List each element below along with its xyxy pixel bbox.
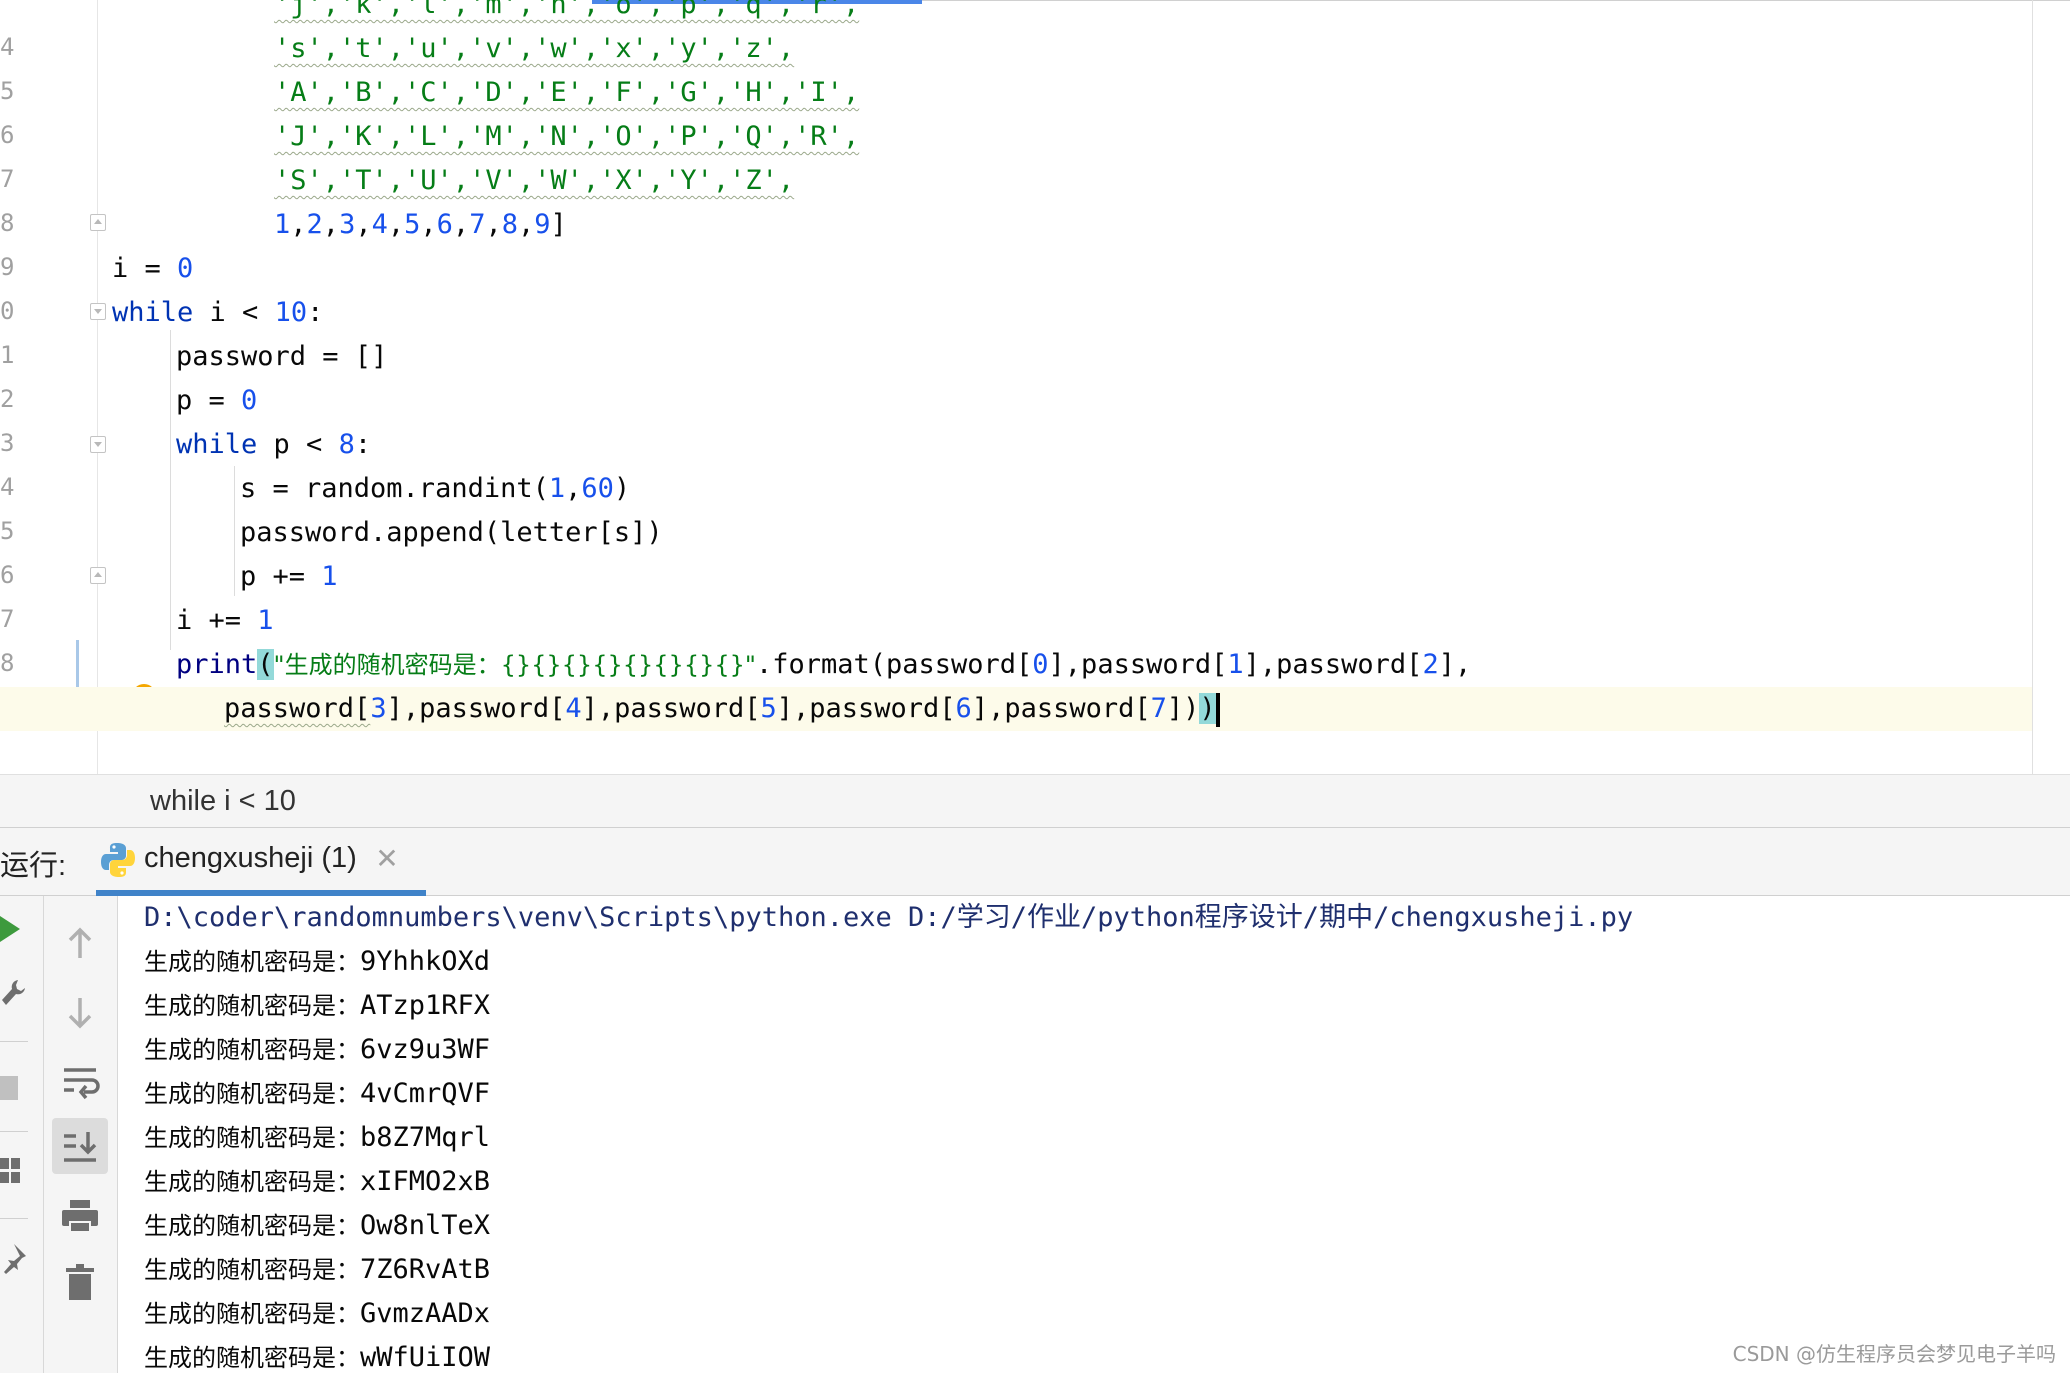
line-number: 5 xyxy=(0,77,14,105)
scroll-up-button[interactable] xyxy=(52,916,108,972)
line-number: 4 xyxy=(0,473,14,501)
code-line: print("生成的随机密码是：{}{}{}{}{}{}{}{}".format… xyxy=(176,649,1472,680)
trash-icon xyxy=(66,1264,94,1300)
line-number: 0 xyxy=(0,297,14,325)
editor-gutter[interactable]: 4 5 6 7 8 9 0 1 2 3 4 5 6 7 8 9 xyxy=(0,0,156,774)
code-line: s = random.randint(1,60) xyxy=(240,473,631,504)
arrow-down-icon xyxy=(68,998,92,1029)
console-line: 生成的随机密码是：9YhhkOXd xyxy=(144,946,491,977)
arrow-up-icon xyxy=(68,927,92,958)
breadcrumb[interactable]: while i < 10 xyxy=(0,774,2070,828)
soft-wrap-button[interactable] xyxy=(52,1052,108,1108)
console-line: 生成的随机密码是：Ow8nlTeX xyxy=(144,1210,491,1241)
code-line: password = [] xyxy=(176,341,388,372)
separator xyxy=(0,1218,28,1219)
rerun-icon[interactable] xyxy=(0,916,22,942)
console-line: 生成的随机密码是：7Z6RvAtB xyxy=(144,1254,491,1285)
scroll-down-button[interactable] xyxy=(52,984,108,1040)
code-line: 1,2,3,4,5,6,7,8,9] xyxy=(274,209,567,240)
run-tab-label: chengxusheji (1) xyxy=(144,842,357,874)
line-number: 6 xyxy=(0,121,14,149)
breadcrumb-item[interactable]: while i < 10 xyxy=(150,785,296,818)
line-number: 5 xyxy=(0,517,14,545)
console-line: 生成的随机密码是：wWfUiIOW xyxy=(144,1342,491,1373)
close-icon[interactable]: ✕ xyxy=(374,844,400,874)
console-line: 生成的随机密码是：ATzp1RFX xyxy=(144,990,491,1021)
fold-toggle-icon[interactable] xyxy=(90,436,106,453)
current-code-line: password[3],password[4],password[5],pass… xyxy=(0,687,2032,731)
code-line: p += 1 xyxy=(240,561,338,592)
code-line: 'A','B','C','D','E','F','G','H','I', xyxy=(274,77,860,108)
layout-icon[interactable] xyxy=(0,1158,22,1184)
code-line: 'j','k','l','m','n','o','p','q','r', xyxy=(274,0,860,20)
run-label: 运行: xyxy=(0,850,67,882)
code-line: 'J','K','L','M','N','O','P','Q','R', xyxy=(274,121,860,152)
separator xyxy=(0,1131,28,1132)
line-number: 7 xyxy=(0,605,14,633)
console-line: 生成的随机密码是：GvmzAADx xyxy=(144,1298,491,1329)
line-number: 3 xyxy=(0,429,14,457)
soft-wrap-icon xyxy=(64,1068,100,1100)
code-line: 'S','T','U','V','W','X','Y','Z', xyxy=(274,165,795,196)
line-number: 2 xyxy=(0,385,14,413)
code-line: while i < 10: xyxy=(112,297,324,328)
fold-toggle-icon[interactable] xyxy=(90,303,106,320)
scroll-to-end-icon xyxy=(64,1132,97,1162)
run-tool-window-header: 运行: chengxusheji (1) ✕ xyxy=(0,828,2070,896)
code-line: password.append(letter[s]) xyxy=(240,517,663,548)
print-button[interactable] xyxy=(52,1188,108,1244)
print-icon xyxy=(62,1200,98,1233)
line-number: 6 xyxy=(0,561,14,589)
console-output[interactable]: D:\coder\randomnumbers\venv\Scripts\pyth… xyxy=(118,896,2070,1373)
console-toolbar xyxy=(44,896,118,1373)
line-number: 4 xyxy=(0,33,14,61)
scroll-to-end-button[interactable] xyxy=(52,1118,108,1174)
python-icon xyxy=(101,843,135,877)
run-tab[interactable]: chengxusheji (1) ✕ xyxy=(96,828,426,896)
console-line: 生成的随机密码是：xIFMO2xB xyxy=(144,1166,491,1197)
fold-end-icon[interactable] xyxy=(90,214,106,231)
line-number: 9 xyxy=(0,253,14,281)
stop-icon[interactable] xyxy=(0,1076,18,1100)
line-number: 8 xyxy=(0,649,14,677)
code-line: 's','t','u','v','w','x','y','z', xyxy=(274,33,795,64)
clear-button[interactable] xyxy=(52,1254,108,1310)
console-line: 生成的随机密码是：b8Z7Mqrl xyxy=(144,1122,491,1153)
code-line: p = 0 xyxy=(176,385,258,416)
text-caret xyxy=(1215,692,1220,727)
wrench-icon[interactable] xyxy=(0,978,26,1008)
code-line: i = 0 xyxy=(112,253,194,284)
run-actions-strip xyxy=(0,896,44,1373)
code-area[interactable]: 'j','k','l','m','n','o','p','q','r', 's'… xyxy=(0,0,2032,774)
console-command-line: D:\coder\randomnumbers\venv\Scripts\pyth… xyxy=(144,902,1634,933)
fold-end-icon[interactable] xyxy=(90,567,106,584)
watermark: CSDN @仿生程序员会梦见电子羊吗 xyxy=(1732,1342,2056,1366)
line-number: 1 xyxy=(0,341,14,369)
console-line: 生成的随机密码是：4vCmrQVF xyxy=(144,1078,491,1109)
console-line: 生成的随机密码是：6vz9u3WF xyxy=(144,1034,491,1065)
right-margin-line xyxy=(2032,0,2033,774)
separator xyxy=(0,1041,28,1042)
line-number: 8 xyxy=(0,209,14,237)
pin-icon[interactable] xyxy=(0,1244,26,1274)
code-line: i += 1 xyxy=(176,605,274,636)
code-line: while p < 8: xyxy=(176,429,372,460)
code-editor[interactable]: 4 5 6 7 8 9 0 1 2 3 4 5 6 7 8 9 'j','k',… xyxy=(0,0,2070,774)
line-number: 7 xyxy=(0,165,14,193)
indent-guide xyxy=(170,330,171,650)
indent-guide xyxy=(234,466,235,596)
